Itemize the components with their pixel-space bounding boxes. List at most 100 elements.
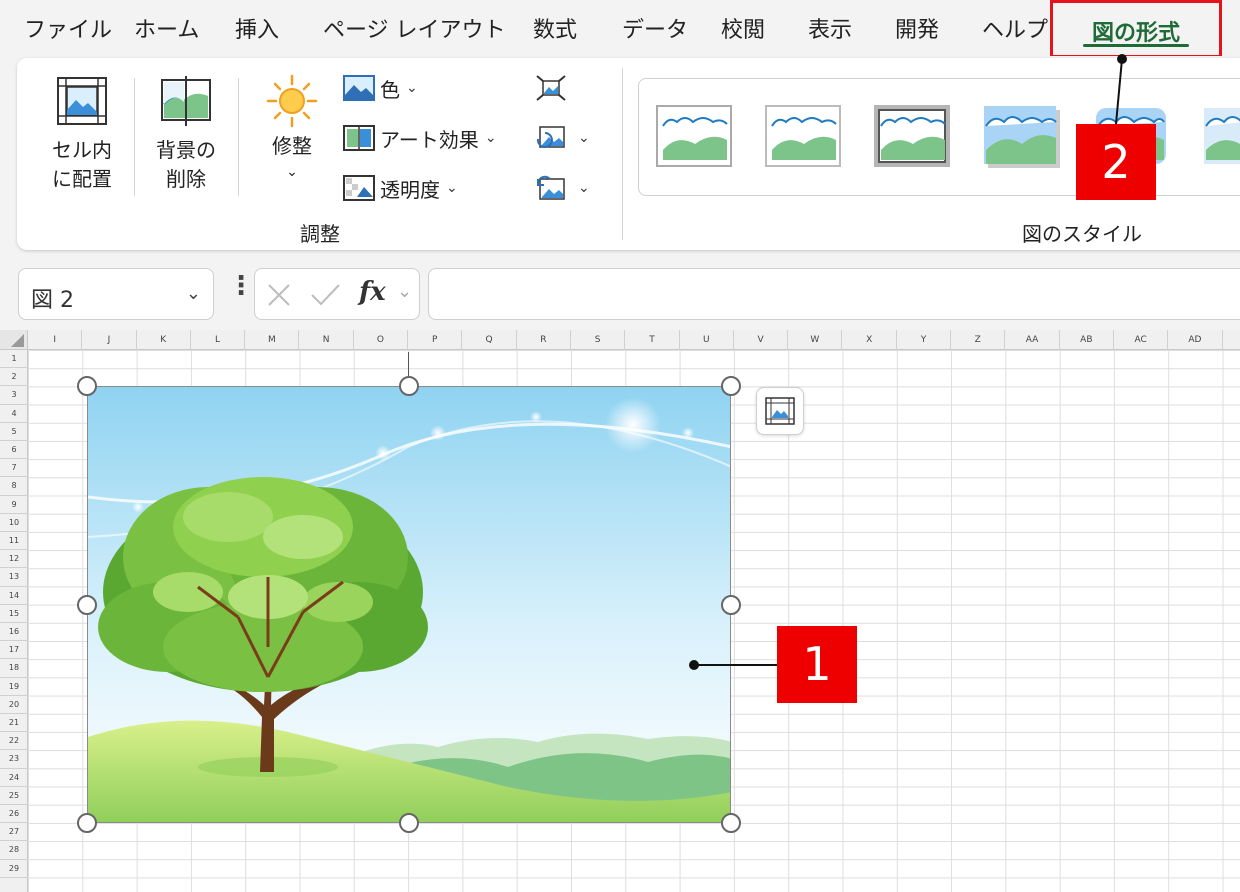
tab-help[interactable]: ヘルプ [982, 12, 1048, 44]
tab-picture-format[interactable]: 図の形式 [1050, 0, 1222, 58]
tab-view[interactable]: 表示 [808, 12, 852, 44]
row-header[interactable]: 1 [0, 350, 28, 369]
tab-file[interactable]: ファイル [24, 12, 112, 44]
row-header[interactable]: 17 [0, 641, 28, 660]
row-header[interactable]: 11 [0, 532, 28, 551]
insert-function-button[interactable]: fx [359, 277, 386, 307]
row-header[interactable]: 25 [0, 787, 28, 805]
corrections-button[interactable]: 修整 ⌄ [258, 74, 326, 179]
change-picture-button[interactable]: ⌄ [534, 122, 590, 154]
picture-style-thumb[interactable] [655, 104, 733, 168]
row-header[interactable]: 13 [0, 568, 28, 587]
row-header[interactable]: 23 [0, 750, 28, 769]
more-options-icon[interactable]: ⋮ [228, 273, 254, 299]
row-header[interactable]: 7 [0, 459, 28, 478]
tab-home[interactable]: ホーム [134, 12, 199, 44]
column-header[interactable]: W [788, 330, 843, 350]
select-all-corner[interactable] [0, 330, 28, 350]
row-header[interactable]: 10 [0, 514, 28, 532]
resize-handle-left[interactable] [77, 595, 97, 615]
place-in-cell-button[interactable]: セル内 に配置 [44, 74, 120, 194]
reset-picture-icon [534, 173, 568, 203]
row-header[interactable]: 21 [0, 714, 28, 733]
column-header[interactable]: U [680, 330, 734, 350]
remove-background-button[interactable]: 背景の 削除 [148, 74, 224, 194]
compress-pictures-icon [534, 73, 568, 103]
column-header[interactable]: N [300, 330, 354, 350]
picture-style-thumb[interactable] [764, 104, 842, 168]
column-header[interactable]: AB [1060, 330, 1114, 350]
resize-handle-bottom-right[interactable] [721, 813, 741, 833]
compress-pictures-button[interactable] [534, 72, 572, 104]
row-header[interactable]: 20 [0, 696, 28, 714]
tab-data[interactable]: データ [622, 12, 688, 44]
row-header[interactable]: 26 [0, 805, 28, 824]
row-header[interactable]: 3 [0, 386, 28, 405]
resize-handle-right[interactable] [721, 595, 741, 615]
row-header[interactable]: 4 [0, 405, 28, 423]
column-header[interactable]: Q [462, 330, 517, 350]
column-header[interactable]: M [245, 330, 300, 350]
tab-review[interactable]: 校閲 [721, 12, 765, 44]
formula-input[interactable] [428, 268, 1240, 320]
tab-formulas[interactable]: 数式 [533, 12, 577, 44]
check-icon[interactable] [309, 281, 341, 313]
column-header[interactable]: S [571, 330, 626, 350]
column-header[interactable]: K [137, 330, 191, 350]
row-header[interactable]: 14 [0, 587, 28, 605]
column-header[interactable]: R [517, 330, 571, 350]
reset-picture-button[interactable]: ⌄ [534, 172, 590, 204]
chevron-down-icon[interactable]: ⌄ [186, 283, 201, 304]
color-button[interactable]: 色 ⌄ [342, 72, 418, 104]
tab-insert[interactable]: 挿入 [235, 12, 279, 44]
row-header[interactable]: 22 [0, 732, 28, 751]
row-header[interactable]: 16 [0, 623, 28, 642]
row-header[interactable]: 24 [0, 769, 28, 787]
resize-handle-bottom-left[interactable] [77, 813, 97, 833]
formula-buttons: fx ⌄ [254, 268, 420, 320]
row-header[interactable]: 19 [0, 678, 28, 696]
resize-handle-bottom[interactable] [399, 813, 419, 833]
column-header[interactable]: O [354, 330, 409, 350]
column-header[interactable]: I [28, 330, 83, 350]
column-header[interactable]: L [191, 330, 246, 350]
column-header[interactable]: V [734, 330, 789, 350]
place-in-cell-icon [52, 74, 112, 130]
row-header[interactable]: 29 [0, 860, 28, 878]
place-in-cell-quick-button[interactable] [756, 387, 804, 435]
column-header[interactable]: AD [1168, 330, 1223, 350]
row-header[interactable]: 18 [0, 659, 28, 678]
row-header[interactable]: 9 [0, 496, 28, 514]
row-header[interactable]: 12 [0, 550, 28, 569]
row-header[interactable]: 5 [0, 423, 28, 441]
row-header[interactable]: 28 [0, 841, 28, 860]
divider [238, 78, 239, 196]
artistic-effects-button[interactable]: アート効果 ⌄ [342, 122, 497, 154]
column-header[interactable]: P [408, 330, 463, 350]
column-header[interactable]: J [82, 330, 137, 350]
picture-style-thumb[interactable] [873, 104, 951, 168]
tab-developer[interactable]: 開発 [895, 12, 939, 44]
picture-style-thumb[interactable] [982, 104, 1060, 168]
column-header[interactable]: AA [1005, 330, 1060, 350]
name-box[interactable]: 図 2 ⌄ [18, 268, 214, 320]
column-header[interactable]: Y [897, 330, 952, 350]
row-header[interactable]: 15 [0, 605, 28, 623]
row-header[interactable]: 6 [0, 441, 28, 460]
row-header[interactable]: 27 [0, 823, 28, 842]
inserted-picture[interactable] [87, 386, 731, 823]
column-header[interactable]: Z [951, 330, 1006, 350]
column-header[interactable]: X [843, 330, 897, 350]
row-header[interactable]: 2 [0, 368, 28, 387]
column-header[interactable]: T [625, 330, 680, 350]
chevron-down-icon[interactable]: ⌄ [397, 281, 412, 302]
resize-handle-top-right[interactable] [721, 376, 741, 396]
tab-page-layout[interactable]: ページ レイアウト [323, 12, 506, 44]
picture-style-thumb[interactable] [1200, 104, 1240, 168]
row-header[interactable]: 8 [0, 477, 28, 496]
column-header[interactable]: AC [1114, 330, 1169, 350]
transparency-button[interactable]: 透明度 ⌄ [342, 172, 458, 204]
resize-handle-top-left[interactable] [77, 376, 97, 396]
resize-handle-top[interactable] [399, 376, 419, 396]
cancel-icon[interactable] [265, 281, 293, 313]
